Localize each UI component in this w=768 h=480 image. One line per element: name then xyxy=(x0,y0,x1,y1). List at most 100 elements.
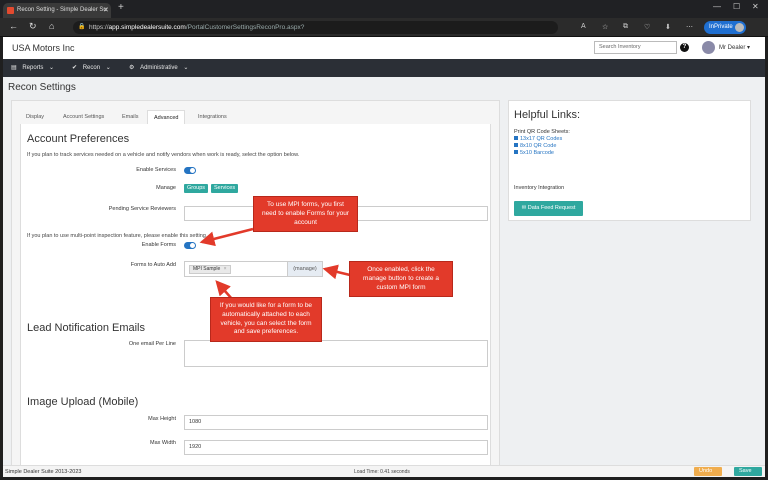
inprivate-badge[interactable]: InPrivate xyxy=(704,21,746,34)
forms-auto-add-label: Forms to Auto Add xyxy=(130,262,176,268)
undo-button[interactable]: Undo xyxy=(694,467,722,476)
nav-administrative-label: Administrative xyxy=(140,65,178,71)
page-title: Recon Settings xyxy=(8,82,76,93)
max-height-input[interactable]: 1080 xyxy=(184,415,488,430)
nav-reports[interactable]: ▤ Reports ⌄ xyxy=(11,64,54,71)
load-time: Load Time: 0.41 seconds xyxy=(354,469,410,475)
one-email-per-line-label: One email Per Line xyxy=(128,341,176,347)
barcode-icon xyxy=(514,150,518,154)
browser-tab[interactable]: Recon Setting - Simple Dealer Su ✕ xyxy=(3,3,111,18)
mpi-sample-tag-label: MPI Sample xyxy=(193,266,221,272)
image-upload-heading: Image Upload (Mobile) xyxy=(27,396,139,408)
new-tab-icon[interactable]: + xyxy=(118,2,124,13)
page-footer: Simple Dealer Suite 2013-2023 Load Time:… xyxy=(3,465,765,477)
user-menu[interactable]: Mr Dealer ▾ xyxy=(719,44,750,51)
qr-link-8x10-label: 8x10 QR Code xyxy=(520,143,557,149)
maximize-icon[interactable]: ☐ xyxy=(733,2,740,11)
lead-notifications-heading: Lead Notification Emails xyxy=(27,322,146,334)
tab-account-settings[interactable]: Account Settings xyxy=(57,110,110,124)
nav-administrative[interactable]: ⚙ Administrative ⌄ xyxy=(129,64,188,71)
groups-button[interactable]: Groups xyxy=(184,184,209,193)
favorites-list-icon[interactable]: ♡ xyxy=(644,23,650,31)
barcode-link-5x10[interactable]: 5x10 Barcode xyxy=(514,150,554,156)
url-prefix: https:// xyxy=(89,24,109,31)
split-screen-icon[interactable]: ⧉ xyxy=(623,23,628,31)
home-icon[interactable]: ⌂ xyxy=(49,21,54,31)
barcode-link-5x10-label: 5x10 Barcode xyxy=(520,150,554,156)
chevron-down-icon: ⌄ xyxy=(105,65,111,71)
app-header: USA Motors Inc Search Inventory ? Mr Dea… xyxy=(3,37,765,59)
tab-close-icon[interactable]: ✕ xyxy=(103,3,109,18)
refresh-icon[interactable]: ↻ xyxy=(29,21,37,32)
enable-services-label: Enable Services xyxy=(136,167,176,173)
forms-auto-add-select[interactable]: MPI Sample × (manage) xyxy=(184,261,323,277)
max-width-input[interactable]: 1920 xyxy=(184,440,488,455)
data-feed-request-button[interactable]: ✉ Data Feed Request xyxy=(514,201,583,216)
copyright: Simple Dealer Suite 2013-2023 xyxy=(5,469,82,475)
enable-forms-callout: To use MPI forms, you first need to enab… xyxy=(253,196,358,233)
helpful-links-panel: Helpful Links: Print QR Code Sheets: 13x… xyxy=(508,100,751,221)
manage-forms-button[interactable]: (manage) xyxy=(287,262,322,276)
url-host: app.simpledealersuite.com xyxy=(108,24,186,31)
minimize-icon[interactable]: — xyxy=(713,2,721,11)
enable-forms-label: Enable Forms xyxy=(141,242,176,248)
max-height-label: Max Height xyxy=(148,416,176,422)
enable-services-toggle[interactable] xyxy=(184,167,196,174)
tab-integrations[interactable]: Integrations xyxy=(192,110,233,124)
profile-avatar xyxy=(735,23,744,32)
chevron-down-icon: ⌄ xyxy=(183,65,189,71)
nav-reports-label: Reports xyxy=(22,65,44,71)
pending-reviewers-label: Pending Service Reviewers xyxy=(108,206,176,212)
nav-recon[interactable]: ✔ Recon ⌄ xyxy=(72,64,111,71)
main-nav: ▤ Reports ⌄ ✔ Recon ⌄ ⚙ Administrative ⌄ xyxy=(3,59,765,77)
enable-forms-toggle[interactable] xyxy=(184,242,196,249)
data-feed-request-label: Data Feed Request xyxy=(527,205,576,211)
user-avatar[interactable] xyxy=(702,41,715,54)
tab-title: Recon Setting - Simple Dealer Su xyxy=(17,7,107,13)
account-preferences-heading: Account Preferences xyxy=(27,133,130,145)
read-aloud-icon[interactable]: A xyxy=(581,23,586,30)
mpi-sample-tag: MPI Sample × xyxy=(189,265,231,274)
manage-callout: Once enabled, click the manage button to… xyxy=(349,261,453,298)
tab-display[interactable]: Display xyxy=(20,110,50,124)
reports-icon: ▤ xyxy=(11,65,17,71)
qr-link-13x17-label: 13x17 QR Codes xyxy=(520,136,563,142)
grid-icon xyxy=(514,136,518,140)
check-icon: ✔ xyxy=(72,65,78,71)
qr-link-8x10[interactable]: 8x10 QR Code xyxy=(514,143,556,149)
helpful-links-title: Helpful Links: xyxy=(514,109,581,121)
lead-emails-textarea[interactable] xyxy=(184,340,488,367)
downloads-icon[interactable]: ⬇ xyxy=(665,23,671,31)
manage-label: Manage xyxy=(156,185,176,191)
mpi-note: If you plan to use multi-point inspectio… xyxy=(27,233,208,239)
lock-icon: 🔒 xyxy=(78,24,86,30)
nav-recon-label: Recon xyxy=(82,65,101,71)
address-bar[interactable]: 🔒 https://app.simpledealersuite.com/Port… xyxy=(73,21,558,34)
more-icon[interactable]: ⋯ xyxy=(686,23,693,31)
grid-icon xyxy=(514,143,518,147)
help-icon[interactable]: ? xyxy=(680,43,689,52)
browser-toolbar: ← ↻ ⌂ 🔒 https://app.simpledealersuite.co… xyxy=(0,18,768,37)
search-input[interactable]: Search Inventory xyxy=(594,41,677,54)
qr-sheets-heading: Print QR Code Sheets: xyxy=(514,129,570,135)
tab-advanced[interactable]: Advanced xyxy=(147,110,186,124)
auto-add-callout: If you would like for a form to be autom… xyxy=(210,297,322,343)
web-page: USA Motors Inc Search Inventory ? Mr Dea… xyxy=(3,37,765,477)
window-close-icon[interactable]: ✕ xyxy=(752,2,759,11)
site-favicon-icon xyxy=(7,7,14,14)
services-note: If you plan to track services needed on … xyxy=(27,152,300,158)
gear-icon: ⚙ xyxy=(129,65,135,71)
inventory-integration-label: Inventory Integration xyxy=(514,185,565,191)
max-width-label: Max Width xyxy=(150,440,176,446)
services-button[interactable]: Services xyxy=(211,184,239,193)
brand-name[interactable]: USA Motors Inc xyxy=(12,43,75,53)
save-button[interactable]: Save xyxy=(734,467,762,476)
qr-link-13x17[interactable]: 13x17 QR Codes xyxy=(514,136,562,142)
tab-emails[interactable]: Emails xyxy=(116,110,145,124)
back-icon[interactable]: ← xyxy=(9,21,18,31)
favorite-icon[interactable]: ☆ xyxy=(602,23,608,31)
tag-remove-icon[interactable]: × xyxy=(224,266,227,272)
url-path: /PortalCustomerSettingsReconPro.aspx? xyxy=(185,24,305,31)
inprivate-label: InPrivate xyxy=(709,24,733,30)
browser-tab-bar: Recon Setting - Simple Dealer Su ✕ + — ☐… xyxy=(0,0,768,18)
